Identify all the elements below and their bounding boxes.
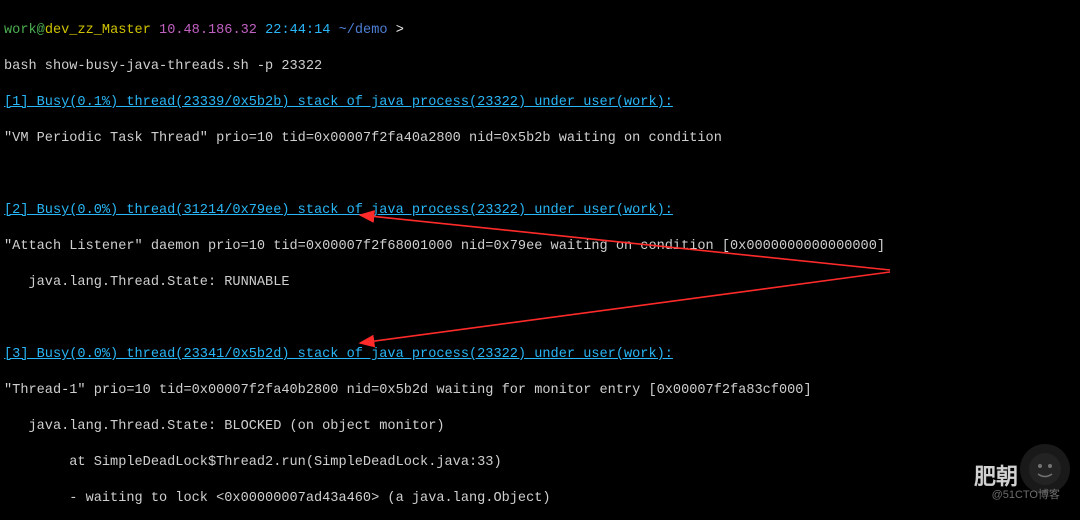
block1-header: [1] Busy(0.1%) thread(23339/0x5b2b) stac… [4,94,1076,112]
block2-line2: java.lang.Thread.State: RUNNABLE [4,274,1076,292]
block1-line1: "VM Periodic Task Thread" prio=10 tid=0x… [4,130,1076,148]
path: ~/demo [339,23,388,38]
block3-line4: - waiting to lock <0x00000007ad43a460> (… [4,490,1076,508]
time: 22:44:14 [265,23,330,38]
block2-line1: "Attach Listener" daemon prio=10 tid=0x0… [4,238,1076,256]
watermark-subtext: @51CTO博客 [992,486,1060,504]
command-line: bash show-busy-java-threads.sh -p 23322 [4,58,1076,76]
block3-line2: java.lang.Thread.State: BLOCKED (on obje… [4,418,1076,436]
host: dev_zz_Master [45,23,151,38]
watermark-text: 肥朝 [974,468,1018,486]
block2-header: [2] Busy(0.0%) thread(31214/0x79ee) stac… [4,202,1076,220]
ip: 10.48.186.32 [159,23,257,38]
annotation-arrows [0,0,1080,520]
terminal[interactable]: work@dev_zz_Master 10.48.186.32 22:44:14… [0,0,1080,520]
block3-header: [3] Busy(0.0%) thread(23341/0x5b2d) stac… [4,346,1076,364]
prompt-line-1: work@dev_zz_Master 10.48.186.32 22:44:14… [4,22,1076,40]
block3-line3: at SimpleDeadLock$Thread2.run(SimpleDead… [4,454,1076,472]
block3-line1: "Thread-1" prio=10 tid=0x00007f2fa40b280… [4,382,1076,400]
user: work [4,23,37,38]
